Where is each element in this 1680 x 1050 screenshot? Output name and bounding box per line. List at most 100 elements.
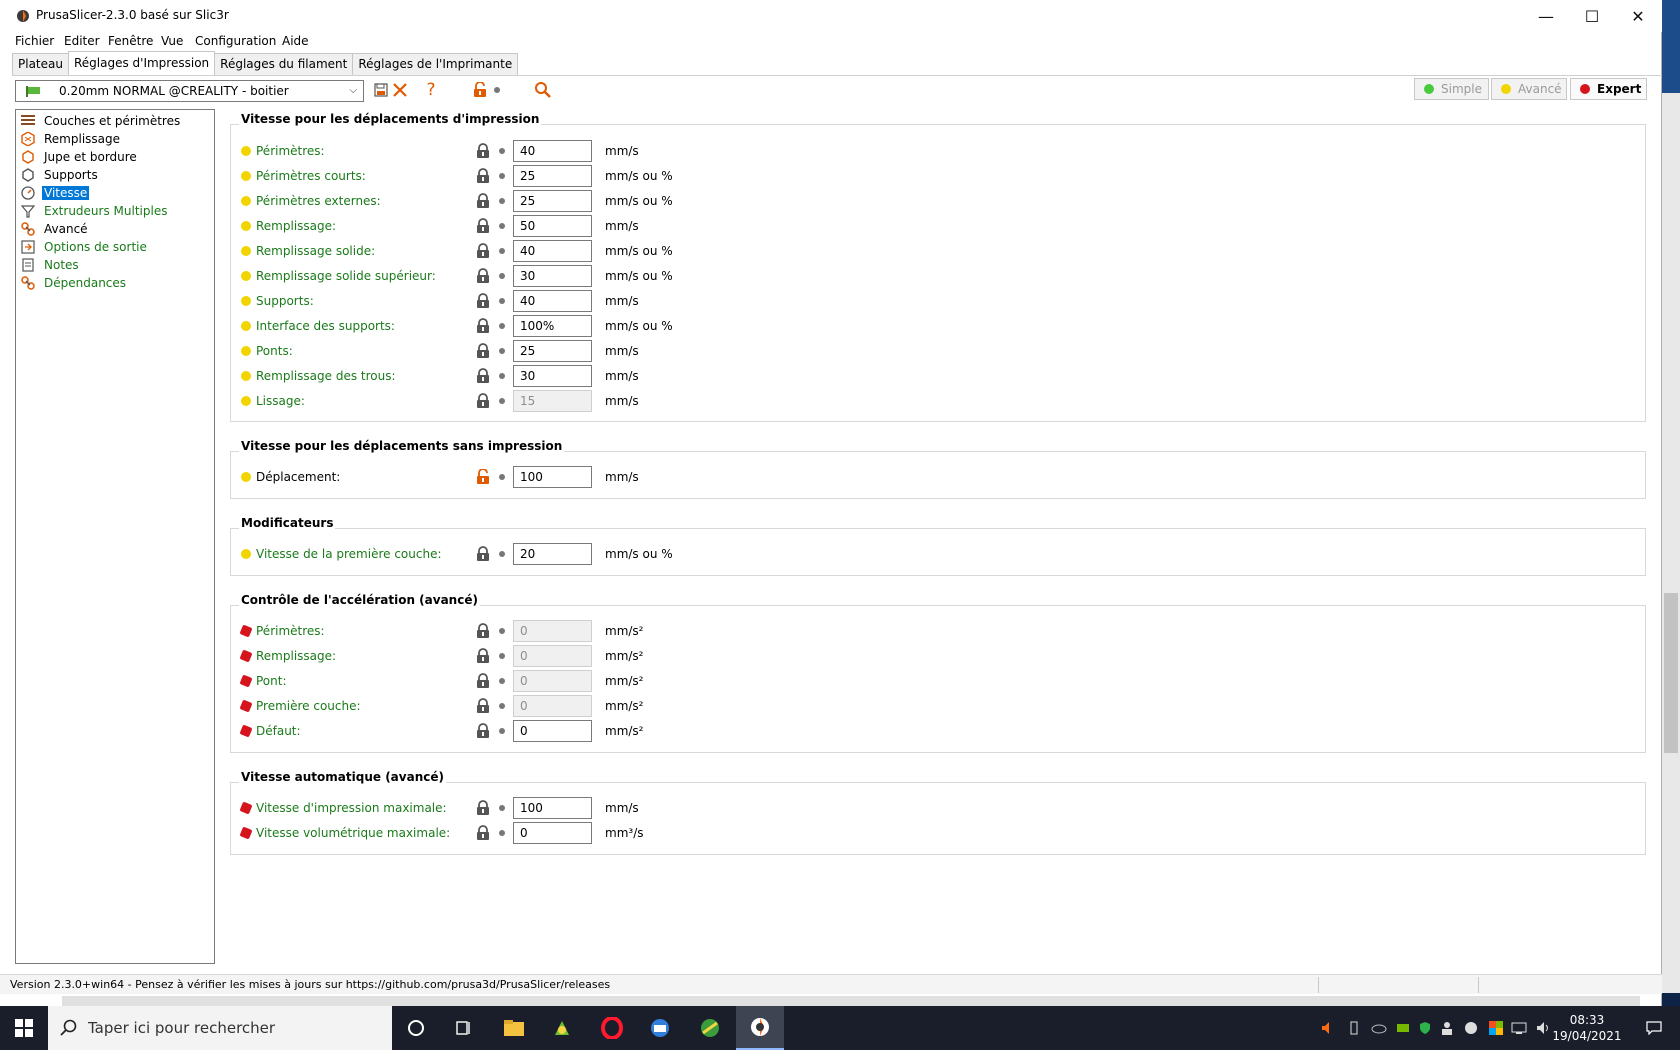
search-button[interactable] (533, 80, 553, 100)
menu-configuration[interactable]: Configuration (195, 34, 276, 48)
horizontal-scrollbar[interactable] (62, 996, 1640, 1006)
security-tray-icon[interactable] (1414, 1006, 1436, 1050)
speaker-muted-tray-icon[interactable] (1316, 1006, 1338, 1050)
save-preset-button[interactable] (371, 80, 391, 100)
setting-input[interactable]: 100 (513, 797, 592, 819)
opera-button[interactable] (588, 1006, 636, 1050)
system-value-dot-icon[interactable] (499, 678, 505, 684)
setting-input[interactable]: 40 (513, 240, 592, 262)
user-tray-icon[interactable] (1436, 1006, 1458, 1050)
system-value-dot-icon[interactable] (499, 173, 505, 179)
setting-input[interactable]: 50 (513, 215, 592, 237)
mode-avance-button[interactable]: Avancé (1491, 78, 1567, 100)
system-value-dot-icon[interactable] (499, 398, 505, 404)
tab-reglages-impression[interactable]: Réglages d'Impression (67, 51, 216, 75)
system-value-dot-icon[interactable] (499, 653, 505, 659)
preset-dropdown[interactable]: 0.20mm NORMAL @CREALITY - boitier ⌵ (15, 80, 364, 102)
network-tray-icon[interactable] (1508, 1006, 1530, 1050)
system-value-dot-icon[interactable] (499, 148, 505, 154)
sidebar-item-dependances[interactable]: Dépendances (20, 274, 128, 291)
lock-icon[interactable] (476, 268, 490, 284)
system-value-dot-icon[interactable] (499, 551, 505, 557)
setting-input[interactable]: 25 (513, 190, 592, 212)
system-value-dot-icon[interactable] (499, 628, 505, 634)
start-button[interactable] (0, 1006, 48, 1050)
setting-input[interactable]: 0 (513, 720, 592, 742)
sidebar-item-supports[interactable]: Supports (20, 166, 100, 183)
system-value-dot-icon[interactable] (499, 830, 505, 836)
lock-icon[interactable] (476, 143, 490, 159)
menu-editer[interactable]: Editer (64, 34, 100, 48)
delete-preset-button[interactable] (390, 80, 410, 100)
lock-icon[interactable] (476, 825, 490, 841)
unlock-icon[interactable] (476, 469, 490, 485)
scrollbar-thumb[interactable] (1664, 593, 1678, 753)
system-value-dot-icon[interactable] (499, 703, 505, 709)
setting-input[interactable]: 25 (513, 165, 592, 187)
vertical-scrollbar[interactable] (1662, 93, 1680, 993)
setting-input[interactable]: 100 (513, 466, 592, 488)
setting-input[interactable]: 40 (513, 290, 592, 312)
system-value-dot-icon[interactable] (499, 198, 505, 204)
menu-fenetre[interactable]: Fenêtre (108, 34, 153, 48)
colorful-app-tray-icon[interactable] (1485, 1006, 1507, 1050)
system-value-dot-icon[interactable] (499, 298, 505, 304)
lock-icon[interactable] (476, 168, 490, 184)
sidebar-item-vitesse[interactable]: Vitesse (20, 184, 90, 201)
menu-vue[interactable]: Vue (161, 34, 183, 48)
system-value-dot-icon[interactable] (499, 248, 505, 254)
setting-input[interactable]: 0 (513, 822, 592, 844)
sidebar-item-extrudeurs[interactable]: Extrudeurs Multiples (20, 202, 169, 219)
lock-icon[interactable] (476, 698, 490, 714)
setting-input[interactable]: 25 (513, 340, 592, 362)
title-bar[interactable]: PrusaSlicer-2.3.0 basé sur Slic3r — ☐ ✕ (0, 0, 1662, 32)
minimize-button[interactable]: — (1523, 0, 1569, 32)
setting-input[interactable]: 30 (513, 265, 592, 287)
lock-icon[interactable] (476, 393, 490, 409)
usb-tray-icon[interactable] (1343, 1006, 1365, 1050)
setting-input[interactable]: 20 (513, 543, 592, 565)
sidebar-item-remplissage[interactable]: Remplissage (20, 130, 122, 147)
lock-icon[interactable] (476, 218, 490, 234)
cortana-button[interactable] (392, 1006, 440, 1050)
taskbar-clock[interactable]: 08:33 19/04/2021 (1545, 1012, 1629, 1044)
sidebar-item-options-sortie[interactable]: Options de sortie (20, 238, 149, 255)
lock-icon[interactable] (476, 723, 490, 739)
system-value-dot-icon[interactable] (499, 805, 505, 811)
system-value-dot-icon[interactable] (499, 728, 505, 734)
mode-expert-button[interactable]: Expert (1570, 78, 1647, 100)
lock-icon[interactable] (476, 243, 490, 259)
setting-input[interactable]: 30 (513, 365, 592, 387)
lock-icon[interactable] (476, 343, 490, 359)
file-explorer-button[interactable] (490, 1006, 538, 1050)
setting-input[interactable]: 100% (513, 315, 592, 337)
system-value-dot-icon[interactable] (499, 474, 505, 480)
mode-simple-button[interactable]: Simple (1414, 78, 1489, 100)
nvidia-tray-icon[interactable] (1392, 1006, 1414, 1050)
task-view-button[interactable] (440, 1006, 488, 1050)
lock-icon[interactable] (476, 673, 490, 689)
maximize-button[interactable]: ☐ (1569, 0, 1615, 32)
lock-icon[interactable] (476, 546, 490, 562)
sidebar-item-jupe[interactable]: Jupe et bordure (20, 148, 139, 165)
system-value-dot-icon[interactable] (499, 323, 505, 329)
system-value-dot-icon[interactable] (499, 273, 505, 279)
setting-input[interactable]: 40 (513, 140, 592, 162)
notification-center-button[interactable] (1636, 1006, 1672, 1050)
taskbar-app-button[interactable] (538, 1006, 586, 1050)
help-button[interactable]: ? (421, 80, 441, 100)
lock-icon[interactable] (476, 800, 490, 816)
lock-icon[interactable] (476, 623, 490, 639)
taskbar-app-button[interactable] (686, 1006, 734, 1050)
close-button[interactable]: ✕ (1615, 0, 1661, 32)
cloud-tray-icon[interactable] (1368, 1006, 1390, 1050)
sidebar-item-couches[interactable]: Couches et périmètres (20, 112, 182, 129)
system-value-dot-icon[interactable] (499, 348, 505, 354)
lock-icon[interactable] (476, 293, 490, 309)
lock-icon[interactable] (476, 318, 490, 334)
taskbar-app-button[interactable] (636, 1006, 684, 1050)
system-value-dot-icon[interactable] (499, 223, 505, 229)
tab-reglages-filament[interactable]: Réglages du filament (214, 53, 354, 75)
lock-icon[interactable] (476, 368, 490, 384)
prusaslicer-taskbar-button[interactable] (736, 1006, 784, 1050)
